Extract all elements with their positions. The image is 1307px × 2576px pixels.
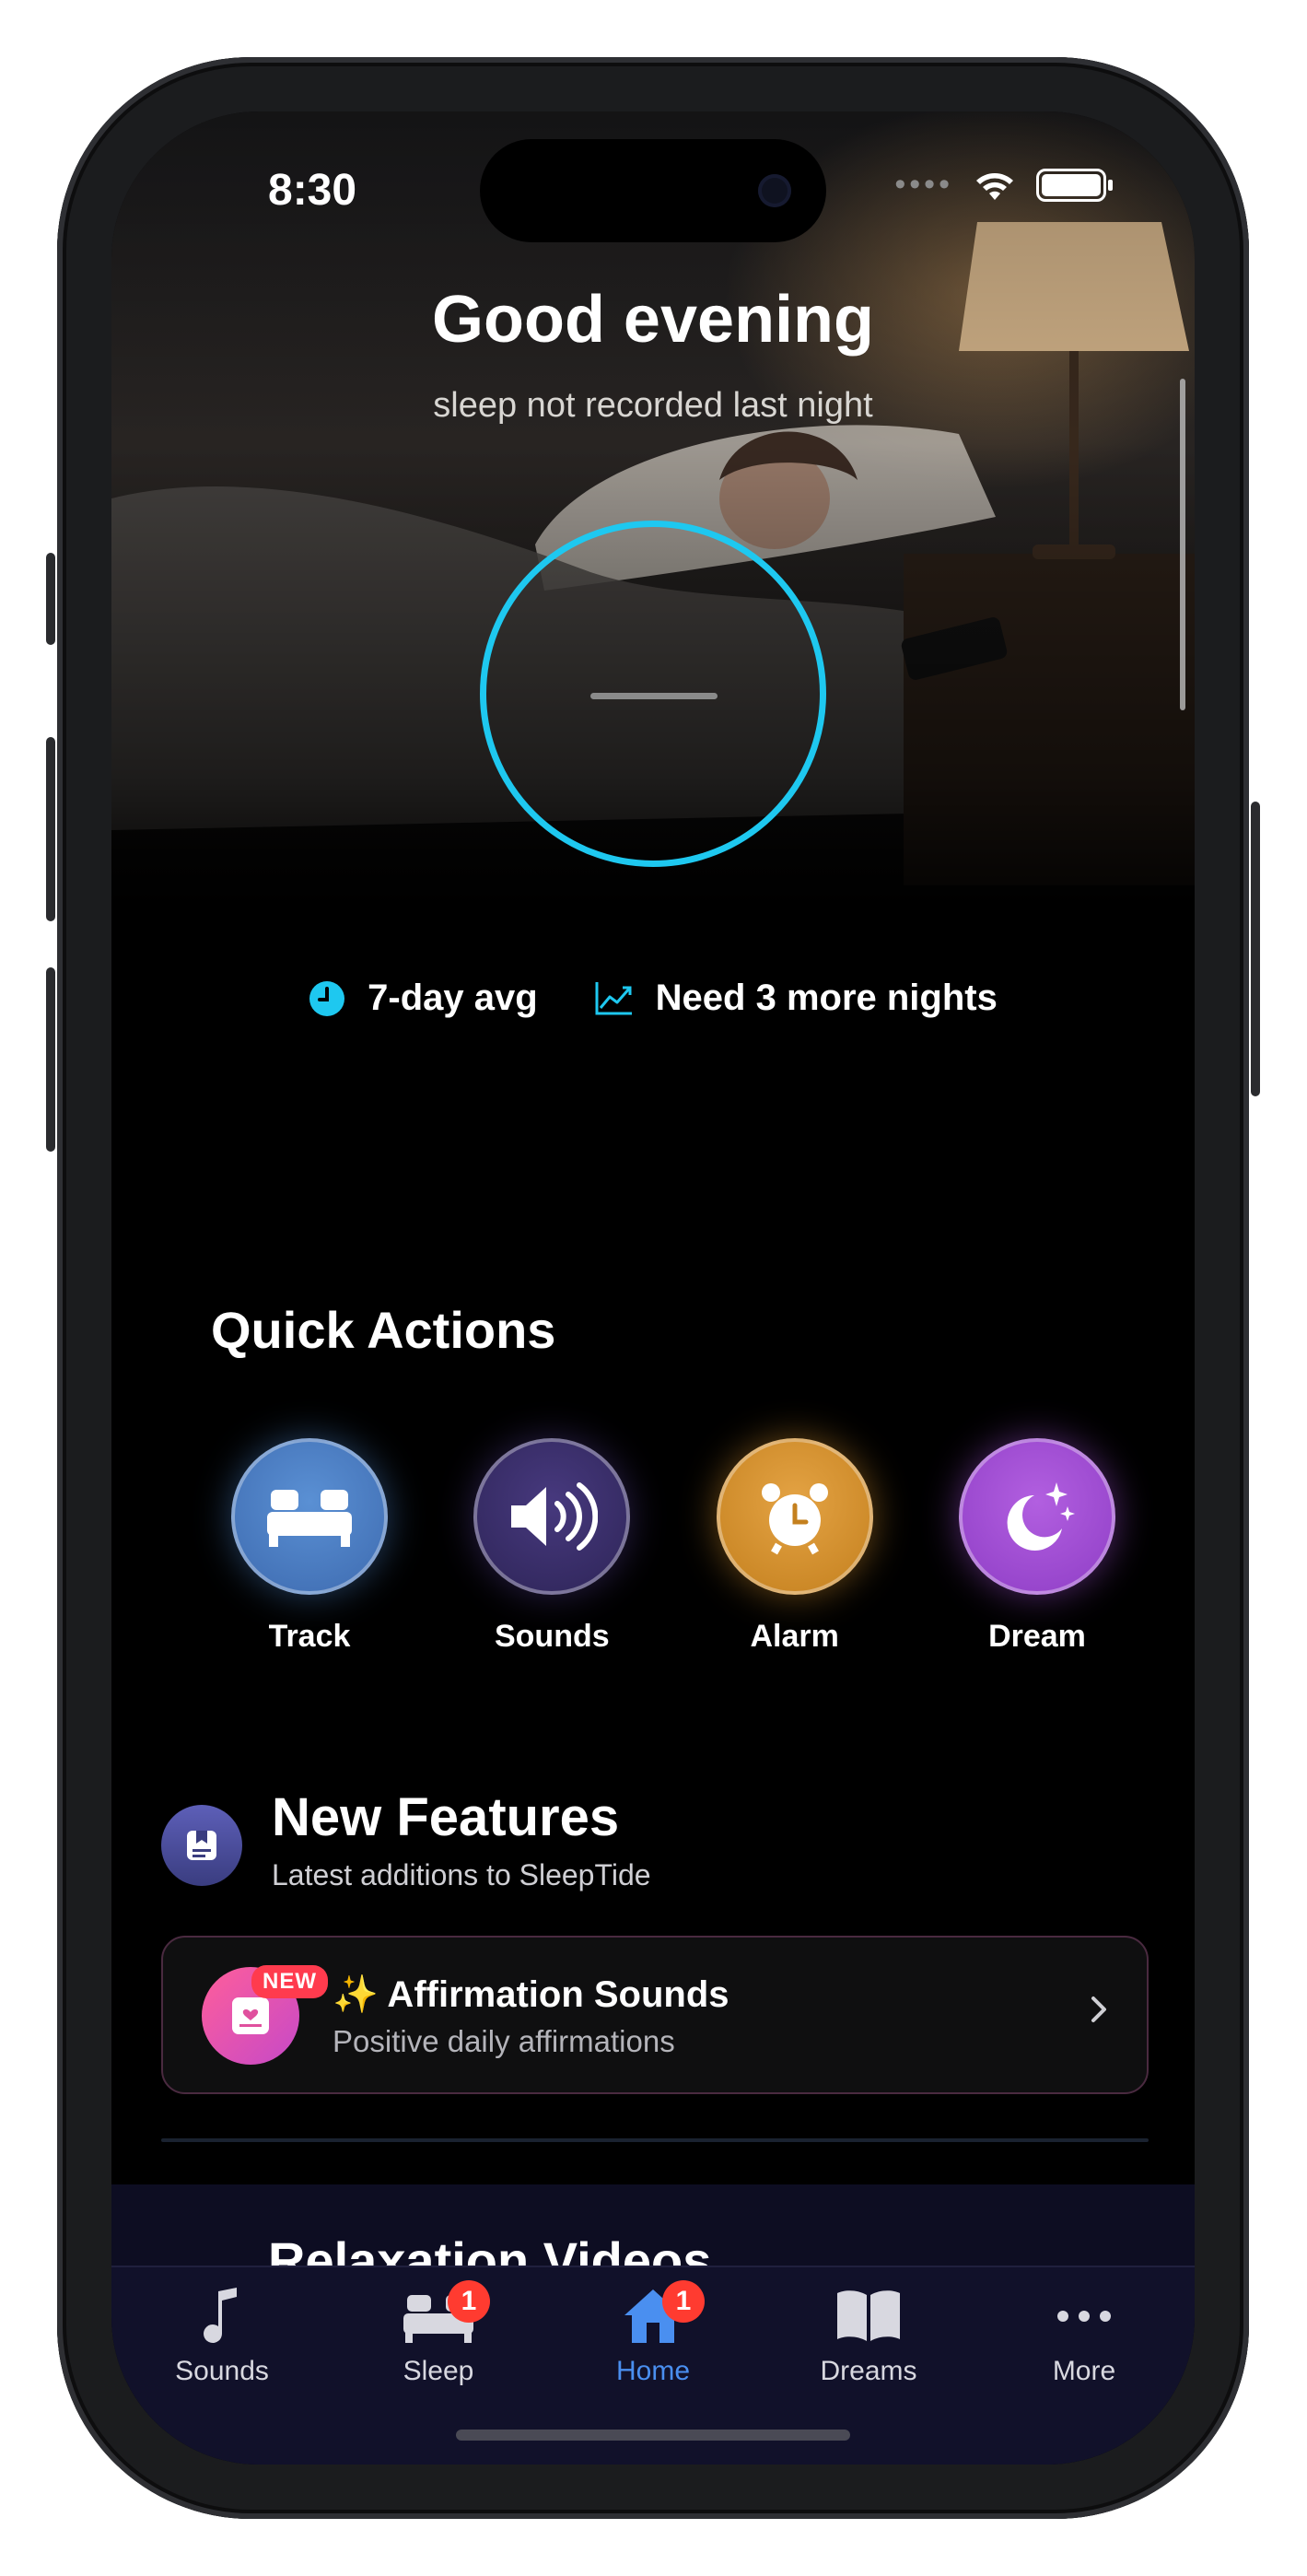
nights-needed-stat: Need 3 more nights <box>593 978 998 1019</box>
tab-more-label: More <box>1052 2356 1116 2386</box>
action-button <box>46 553 55 645</box>
affirmation-sounds-subtitle: Positive daily affirmations <box>333 2024 675 2058</box>
quick-actions-title: Quick Actions <box>211 1301 556 1359</box>
greeting-title: Good evening <box>431 283 875 357</box>
quick-action-alarm[interactable]: Alarm <box>680 1438 910 1655</box>
affirmation-sounds-card[interactable]: NEW ✨ Affirmation Sounds Positive daily … <box>161 1936 1149 2094</box>
status-time: 8:30 <box>268 166 357 215</box>
quick-action-dream-label: Dream <box>988 1619 1086 1654</box>
tab-sleep[interactable]: 1 Sleep <box>346 2280 531 2387</box>
tab-home[interactable]: 1 Home <box>561 2280 745 2387</box>
speaker-icon[interactable] <box>473 1438 631 1595</box>
tab-dreams[interactable]: Dreams <box>776 2286 961 2387</box>
tab-sounds[interactable]: Sounds <box>130 2286 314 2387</box>
sleep-status-subtitle: sleep not recorded last night <box>433 386 873 425</box>
ellipsis-icon <box>1057 2311 1111 2322</box>
sleep-score-placeholder <box>590 693 718 699</box>
dynamic-island <box>480 139 826 242</box>
sleep-notification-badge: 1 <box>448 2280 490 2323</box>
battery-icon <box>1036 168 1113 202</box>
status-bar: 8:30 •••• <box>111 111 1195 277</box>
camera-icon <box>758 174 791 207</box>
tab-sleep-label: Sleep <box>403 2356 474 2386</box>
wifi-icon <box>976 172 1013 200</box>
section-divider <box>161 2138 1149 2142</box>
signal-icon: •••• <box>894 167 953 202</box>
quick-action-sounds[interactable]: Sounds <box>437 1438 667 1655</box>
power-button <box>1251 802 1260 1096</box>
trend-chart-icon <box>595 981 632 1014</box>
tab-home-label: Home <box>615 2356 691 2386</box>
tab-dreams-label: Dreams <box>820 2356 917 2386</box>
new-features-subtitle: Latest additions to SleepTide <box>272 1858 651 1891</box>
tab-more[interactable]: More <box>992 2286 1176 2387</box>
home-notification-badge: 1 <box>662 2280 705 2323</box>
quick-action-sounds-label: Sounds <box>494 1619 610 1654</box>
app-screen: 8:30 •••• Good evening sleep not recorde… <box>111 111 1195 2465</box>
book-icon <box>837 2290 900 2341</box>
seven-day-avg-stat: 7-day avg <box>309 978 538 1019</box>
bed-icon[interactable] <box>231 1438 388 1595</box>
volume-down-button <box>46 967 55 1152</box>
new-badge: NEW <box>251 1965 328 1998</box>
quick-action-track[interactable]: Track <box>194 1438 425 1655</box>
quick-actions-row: Track Sounds Alarm Dream <box>194 1438 1152 1655</box>
quick-action-dream[interactable]: Dream <box>922 1438 1152 1655</box>
music-note-icon <box>204 2288 237 2343</box>
seven-day-avg-label: 7-day avg <box>368 978 538 1018</box>
tab-sounds-label: Sounds <box>175 2356 269 2386</box>
status-icons: •••• <box>894 167 1113 203</box>
quick-action-track-label: Track <box>268 1619 351 1654</box>
nights-needed-label: Need 3 more nights <box>655 978 998 1018</box>
stats-row: 7-day avg Need 3 more nights <box>111 978 1195 1019</box>
new-features-icon <box>161 1805 242 1886</box>
new-features-title: New Features <box>272 1787 620 1847</box>
clock-icon <box>309 980 345 1016</box>
home-indicator[interactable] <box>456 2430 850 2441</box>
alarm-clock-icon[interactable] <box>716 1438 873 1595</box>
quick-action-alarm-label: Alarm <box>750 1619 839 1654</box>
moon-stars-icon[interactable] <box>958 1438 1115 1595</box>
chevron-right-icon <box>1091 1996 1106 2022</box>
scroll-indicator <box>1180 379 1185 710</box>
affirmation-sounds-title: ✨ Affirmation Sounds <box>333 1974 729 2015</box>
volume-up-button <box>46 737 55 921</box>
